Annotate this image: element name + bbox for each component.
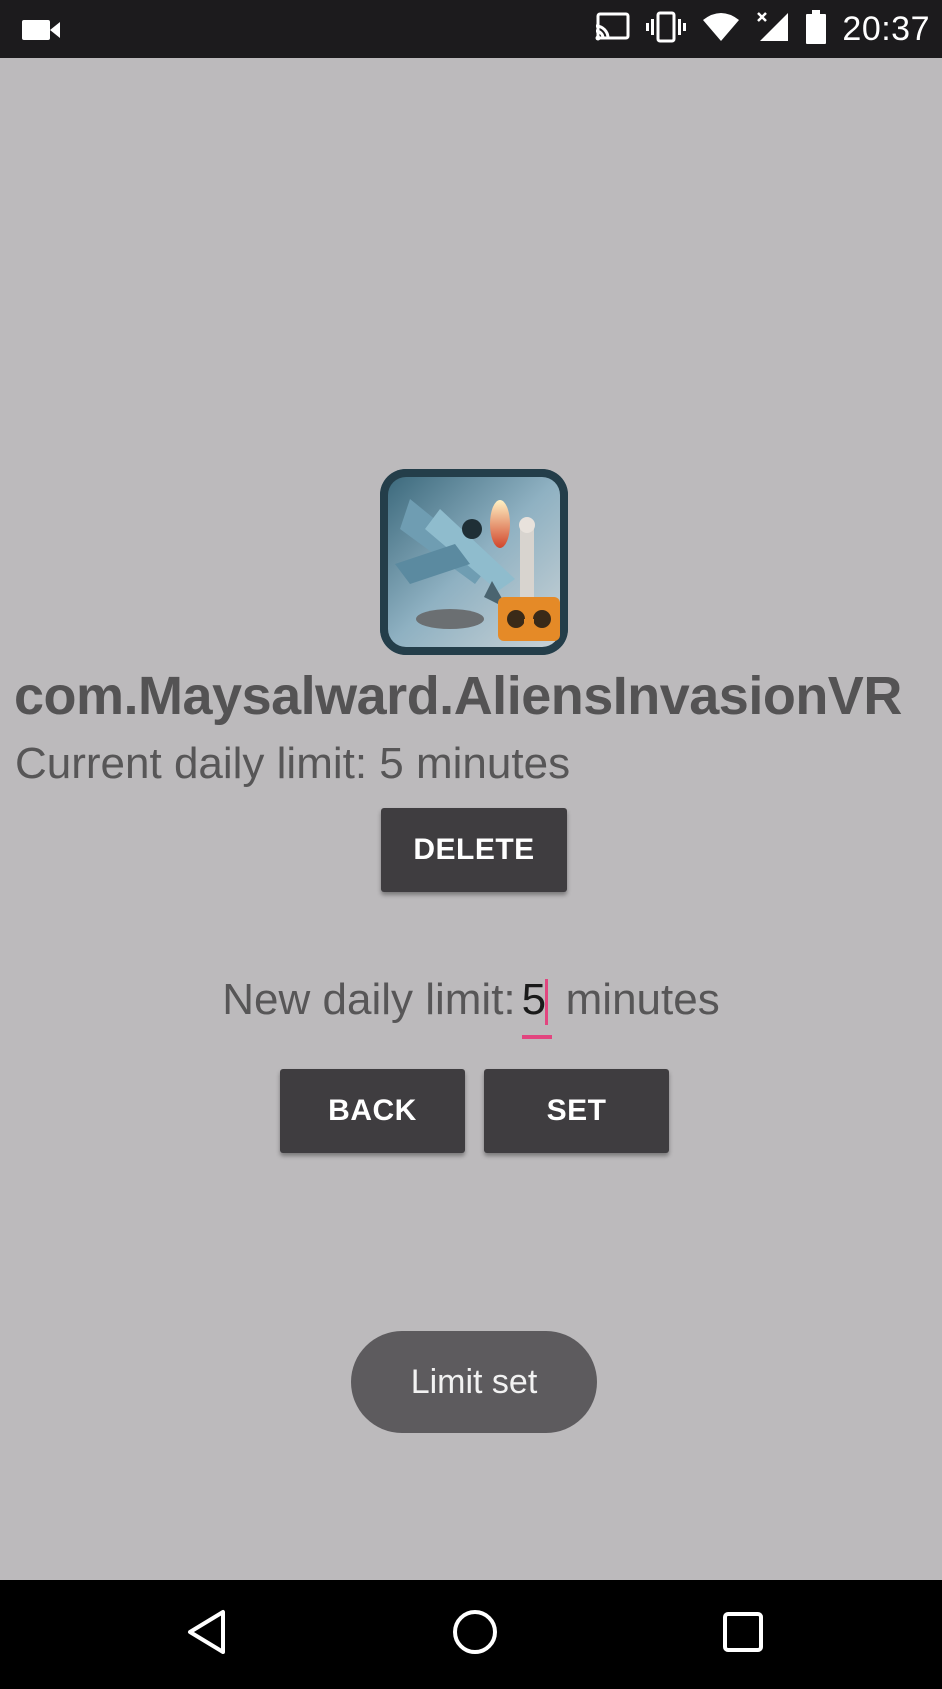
new-limit-row: New daily limit: 5 minutes [0, 975, 942, 1045]
new-limit-value: 5 [521, 975, 547, 1024]
new-limit-unit: minutes [565, 975, 720, 1024]
aliens-invasion-vr-app-icon [380, 469, 568, 655]
input-underline [521, 1035, 552, 1039]
cast-icon [594, 12, 630, 47]
cell-signal-no-data-icon [756, 11, 790, 48]
app-screen: 20:37 com.Maysalward.AliensInvasionVR Cu… [0, 0, 942, 1689]
back-triangle-icon [185, 1608, 229, 1661]
navigation-bar [0, 1580, 942, 1689]
new-limit-label: New daily limit: [222, 975, 516, 1024]
nav-back-button[interactable] [172, 1602, 242, 1666]
toast-message: Limit set [351, 1331, 597, 1433]
back-button[interactable]: BACK [280, 1069, 465, 1153]
battery-icon [806, 9, 827, 49]
nav-home-button[interactable] [440, 1602, 510, 1666]
set-button[interactable]: SET [484, 1069, 669, 1153]
status-icons: 20:37 [594, 0, 930, 58]
vibrate-icon [646, 11, 687, 48]
current-limit-text: Current daily limit: 5 minutes [15, 739, 571, 788]
package-name: com.Maysalward.AliensInvasionVR [14, 666, 902, 726]
video-camera-icon [22, 19, 62, 46]
text-caret [544, 979, 548, 1025]
status-clock: 20:37 [842, 9, 930, 48]
wifi-icon [702, 12, 740, 47]
home-circle-icon [451, 1608, 499, 1661]
delete-button[interactable]: DELETE [381, 808, 567, 892]
nav-recents-button[interactable] [708, 1602, 778, 1666]
recents-square-icon [721, 1610, 765, 1659]
new-limit-input[interactable]: 5 [521, 975, 552, 1039]
status-bar: 20:37 [0, 0, 942, 58]
